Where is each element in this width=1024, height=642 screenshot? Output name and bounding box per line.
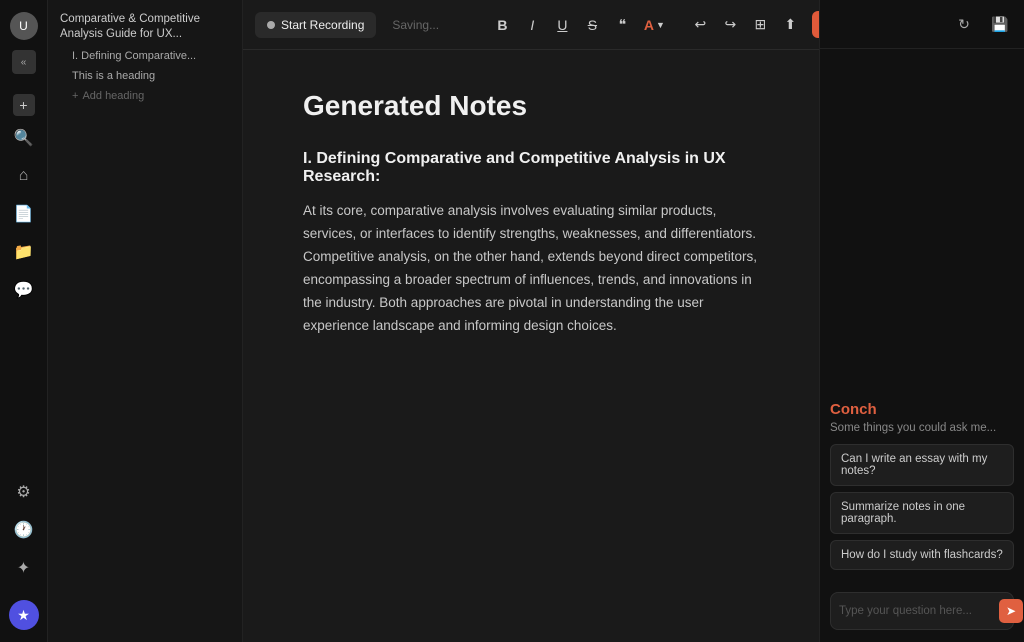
record-dot-icon: [267, 21, 275, 29]
conch-section: Conch Some things you could ask me... Ca…: [830, 401, 1014, 576]
plus-small-icon: +: [72, 90, 78, 102]
ai-fab-button[interactable]: ★: [9, 600, 39, 630]
home-icon: ⌂: [19, 167, 29, 185]
suggestion-1[interactable]: Can I write an essay with my notes?: [830, 444, 1014, 486]
section-heading-1: I. Defining Comparative and Competitive …: [303, 150, 759, 186]
upload-button[interactable]: ⬆: [776, 11, 804, 39]
document-title: Generated Notes: [303, 90, 759, 122]
underline-button[interactable]: U: [548, 11, 576, 39]
avatar[interactable]: U: [10, 12, 38, 40]
plus-icon: +: [19, 97, 27, 113]
right-panel-header: ↻ 💾: [820, 0, 1024, 49]
quote-button[interactable]: ❝: [608, 11, 636, 39]
toolbar: Start Recording Saving... B I U S ❝ A ▼: [243, 0, 819, 50]
insert-table-button[interactable]: ⊞: [746, 11, 774, 39]
bold-button[interactable]: B: [488, 11, 516, 39]
flashcards-button[interactable]: Flashcards: [812, 11, 819, 38]
folder-icon: 📁: [14, 242, 34, 262]
suggestion-3[interactable]: How do I study with flashcards?: [830, 540, 1014, 570]
nav-sub-item-1[interactable]: I. Defining Comparative...: [56, 48, 234, 64]
new-note-button[interactable]: +: [13, 94, 35, 116]
chat-icon: 💬: [14, 280, 34, 300]
nav-sub-item-2[interactable]: This is a heading: [56, 68, 234, 84]
sidebar-search-button[interactable]: 🔍: [8, 122, 40, 154]
editor-area[interactable]: Generated Notes I. Defining Comparative …: [243, 50, 819, 642]
collapse-sidebar-button[interactable]: «: [12, 50, 36, 74]
sidebar-settings-button[interactable]: ⚙: [8, 476, 40, 508]
saving-status: Saving...: [392, 18, 472, 32]
sidebar-folder-button[interactable]: 📁: [8, 236, 40, 268]
conch-subtitle: Some things you could ask me...: [830, 422, 1014, 434]
add-heading-button[interactable]: + Add heading: [56, 88, 234, 104]
save-icon: 💾: [991, 16, 1008, 33]
right-panel: ↻ 💾 Conch Some things you could ask me..…: [819, 0, 1024, 642]
section-body-1: At its core, comparative analysis involv…: [303, 200, 759, 338]
italic-button[interactable]: I: [518, 11, 546, 39]
chevron-left-icon: «: [21, 57, 27, 68]
save-button[interactable]: 💾: [986, 10, 1014, 38]
toolbar-right-group: ↩ ↪ ⊞ ⬆ Flashcards ▶▶: [686, 10, 819, 40]
redo-button[interactable]: ↪: [716, 11, 744, 39]
undo-redo-group: ↩ ↪ ⊞ ⬆: [686, 11, 804, 39]
send-icon: ➤: [1006, 604, 1016, 618]
navigation-panel: Comparative & Competitive Analysis Guide…: [48, 0, 243, 642]
dropdown-arrow-icon: ▼: [656, 20, 665, 30]
conch-send-button[interactable]: ➤: [999, 599, 1023, 623]
text-format-group: B I U S ❝ A ▼: [488, 11, 670, 39]
color-a-icon: A: [644, 17, 654, 33]
conch-panel: Conch Some things you could ask me... Ca…: [820, 49, 1024, 642]
sidebar-home-button[interactable]: ⌂: [8, 160, 40, 192]
suggestion-2[interactable]: Summarize notes in one paragraph.: [830, 492, 1014, 534]
conch-question-input[interactable]: [839, 605, 993, 617]
clock-icon: 🕐: [14, 520, 34, 540]
conch-input-row: ➤: [830, 592, 1014, 630]
refresh-icon: ↻: [958, 16, 970, 33]
start-recording-button[interactable]: Start Recording: [255, 12, 376, 38]
refresh-button[interactable]: ↻: [950, 10, 978, 38]
sidebar-chat-button[interactable]: 💬: [8, 274, 40, 306]
strikethrough-button[interactable]: S: [578, 11, 606, 39]
left-sidebar: U « + 🔍 ⌂ 📄 📁 💬 ⚙ 🕐 ✦ ★: [0, 0, 48, 642]
color-dropdown[interactable]: A ▼: [638, 11, 670, 39]
conch-title: Conch: [830, 401, 1014, 418]
search-icon: 🔍: [14, 128, 34, 148]
undo-button[interactable]: ↩: [686, 11, 714, 39]
main-area: Start Recording Saving... B I U S ❝ A ▼: [243, 0, 819, 642]
integration-icon: ✦: [17, 558, 30, 578]
document-icon: 📄: [14, 204, 34, 224]
star-icon: ★: [17, 607, 30, 624]
settings-icon: ⚙: [16, 482, 30, 502]
sidebar-documents-button[interactable]: 📄: [8, 198, 40, 230]
document-title-nav[interactable]: Comparative & Competitive Analysis Guide…: [56, 10, 234, 44]
sidebar-history-button[interactable]: 🕐: [8, 514, 40, 546]
sidebar-integrations-button[interactable]: ✦: [8, 552, 40, 584]
